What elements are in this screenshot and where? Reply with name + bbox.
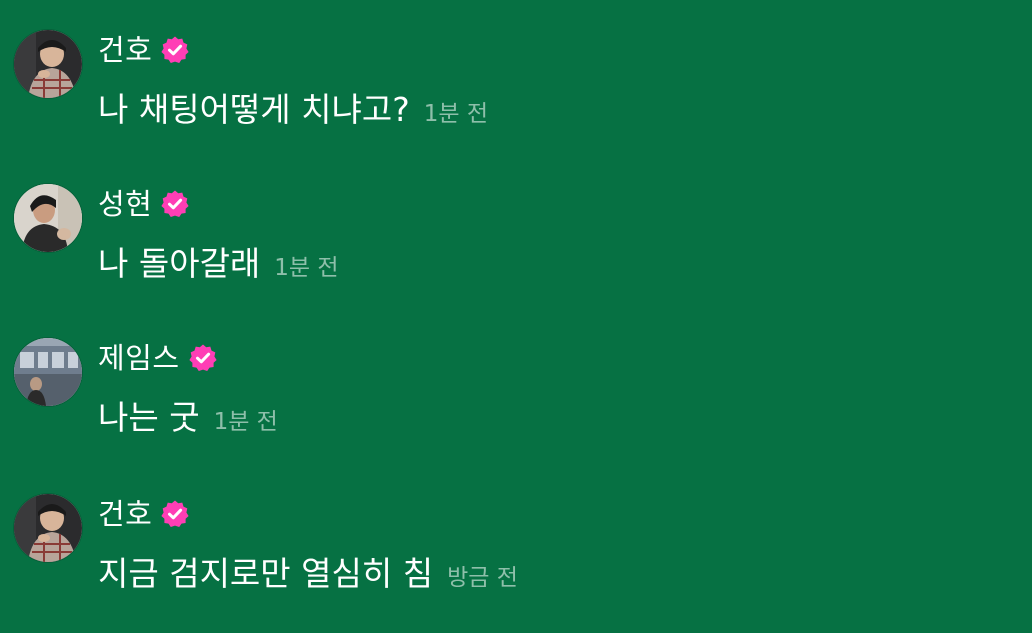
name-row: 성현 [98,186,190,222]
name-row: 건호 [98,32,190,68]
name-row: 제임스 [98,340,218,376]
verified-badge-icon [160,35,190,65]
sender-name[interactable]: 제임스 [98,340,180,376]
chat-message: 제임스 나는 굿 1분 전 [0,338,1032,458]
sender-name[interactable]: 건호 [98,32,152,68]
avatar[interactable] [14,494,82,562]
sender-name[interactable]: 성현 [98,186,152,222]
chat-message: 건호 나 채팅어떻게 치냐고? 1분 전 [0,30,1032,150]
message-row: 나 돌아갈래 1분 전 [98,240,339,288]
verified-badge-icon [160,499,190,529]
chat-message: 성현 나 돌아갈래 1분 전 [0,184,1032,304]
avatar-photo-icon [14,494,82,562]
message-row: 나 채팅어떻게 치냐고? 1분 전 [98,86,488,134]
avatar-photo-icon [14,184,82,252]
timestamp: 방금 전 [447,565,518,591]
avatar-photo-icon [14,30,82,98]
avatar[interactable] [14,184,82,252]
timestamp: 1분 전 [423,101,489,127]
message-row: 나는 굿 1분 전 [98,394,278,442]
message-text: 지금 검지로만 열심히 침 [98,554,434,593]
timestamp: 1분 전 [213,409,278,435]
sender-name[interactable]: 건호 [98,496,152,532]
message-text: 나 돌아갈래 [98,244,261,283]
avatar[interactable] [14,30,82,98]
chat-message: 건호 지금 검지로만 열심히 침 방금 전 [0,494,1032,614]
verified-badge-icon [188,343,218,373]
message-row: 지금 검지로만 열심히 침 방금 전 [98,550,518,598]
verified-badge-icon [160,189,190,219]
avatar[interactable] [14,338,82,406]
avatar-photo-icon [14,338,82,406]
message-text: 나는 굿 [98,398,200,437]
message-text: 나 채팅어떻게 치냐고? [98,90,410,129]
timestamp: 1분 전 [274,255,339,281]
name-row: 건호 [98,496,190,532]
